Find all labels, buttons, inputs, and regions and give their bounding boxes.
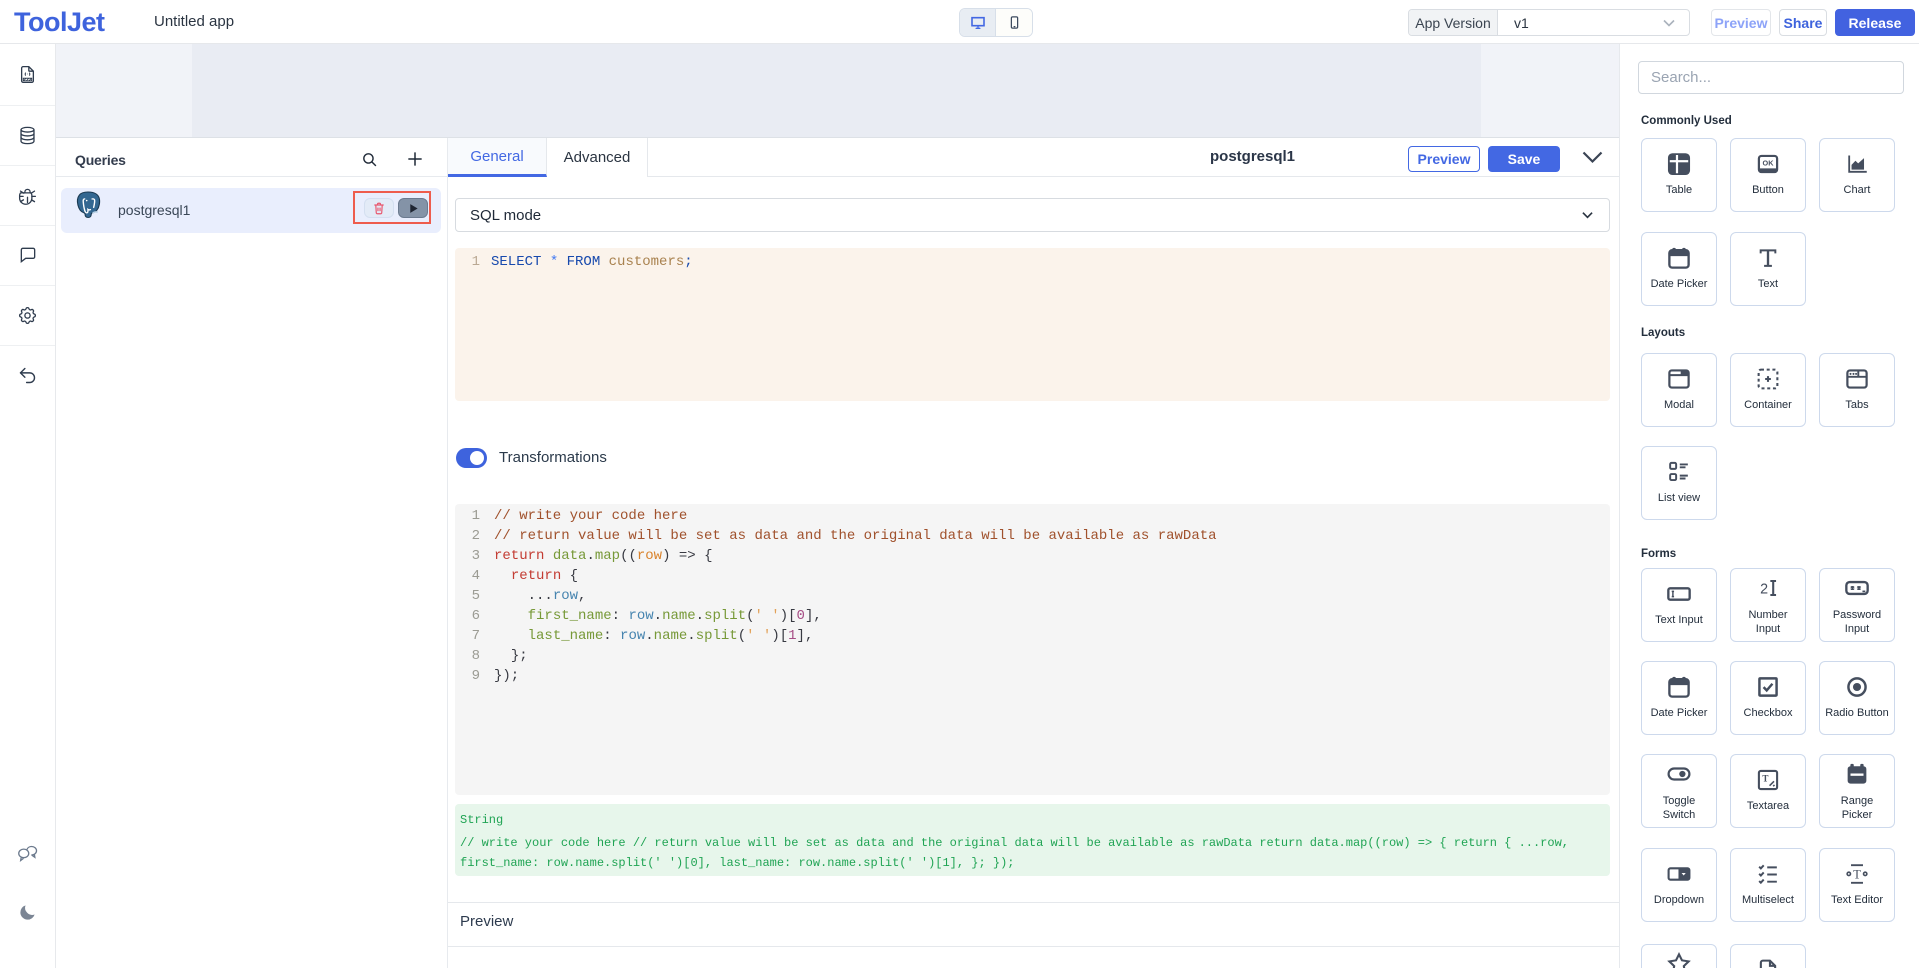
svg-text:T: T xyxy=(1762,773,1768,783)
svg-text:OK: OK xyxy=(1763,159,1775,168)
svg-text:T: T xyxy=(1853,867,1861,881)
svg-text:2: 2 xyxy=(1760,581,1768,597)
